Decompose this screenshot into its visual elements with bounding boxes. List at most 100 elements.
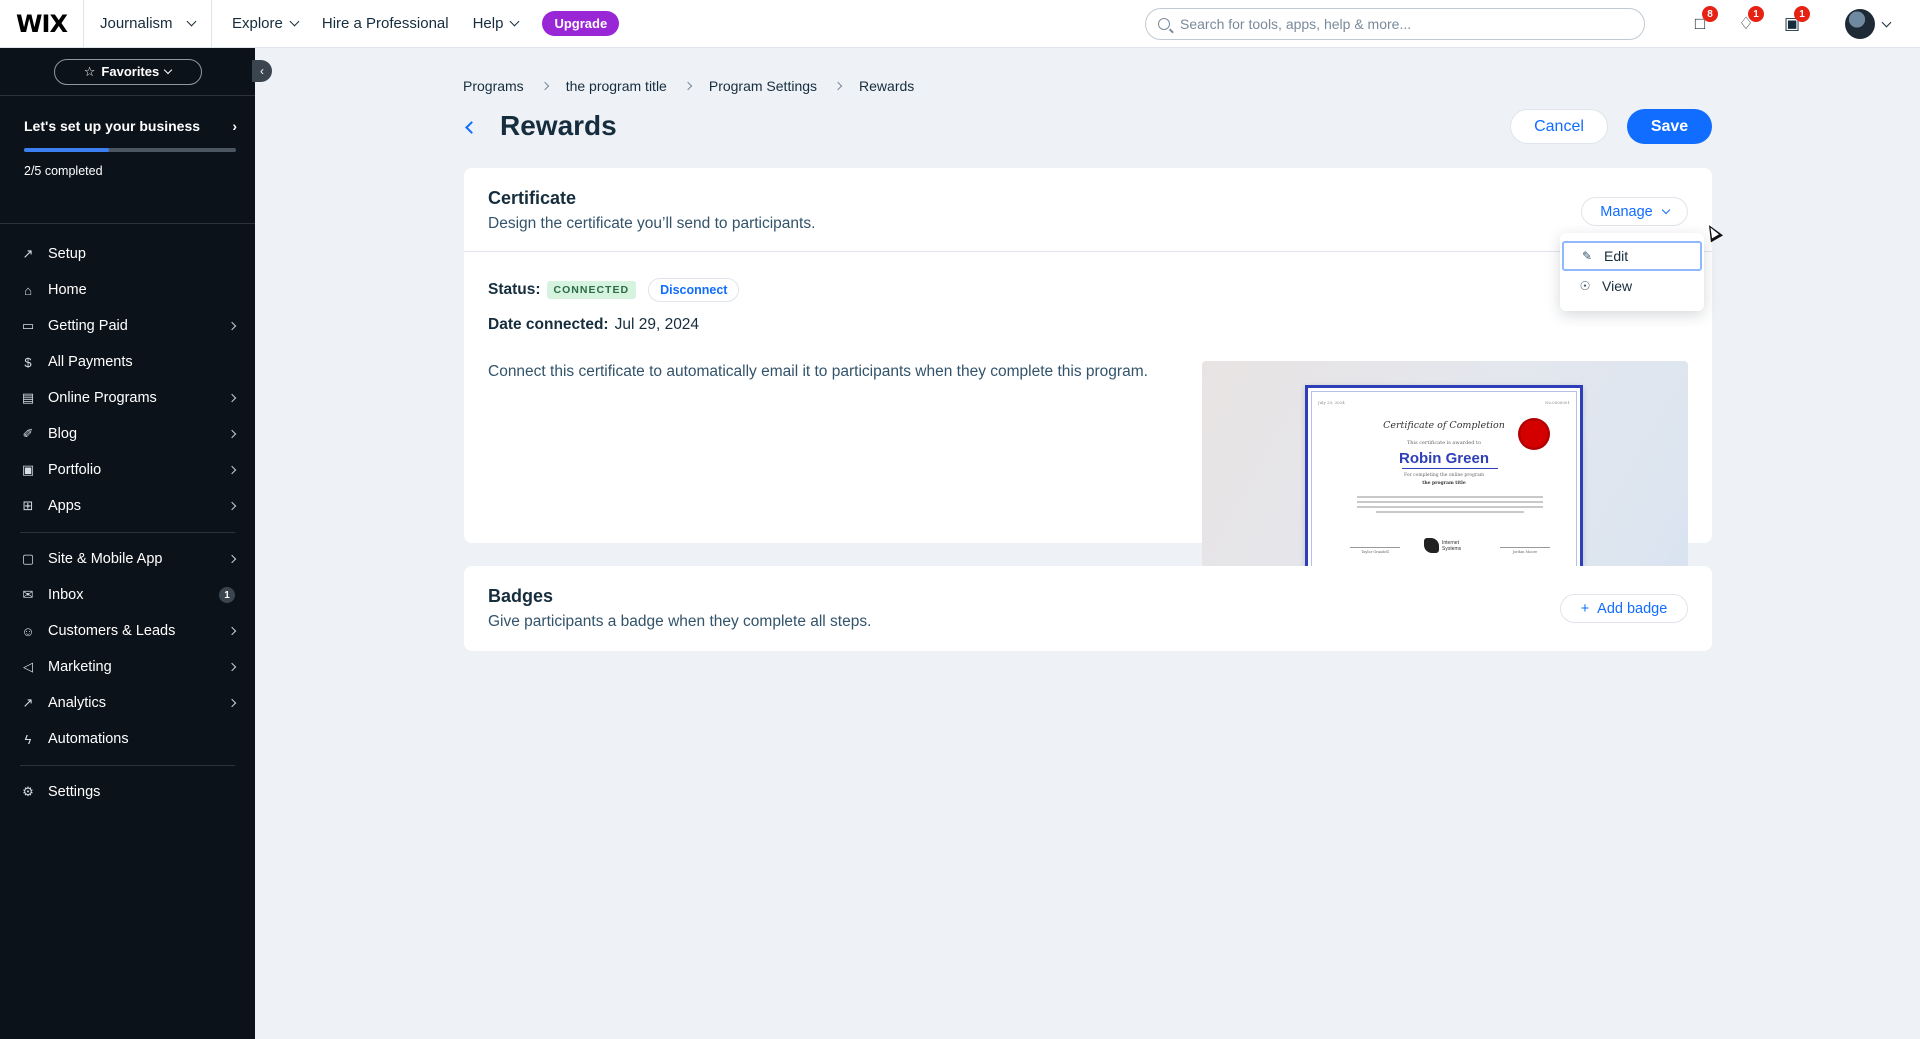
- cert-program-title: the program title: [1422, 481, 1466, 486]
- certificate-description: Connect this certificate to automaticall…: [488, 363, 1148, 380]
- search-input[interactable]: Search for tools, apps, help & more...: [1145, 8, 1645, 40]
- home-icon: ⌂: [24, 282, 32, 298]
- menu-item-view[interactable]: ☉ View: [1562, 271, 1702, 301]
- cert-for: For completing the online program: [1403, 473, 1485, 478]
- org-logo-icon: [1424, 538, 1439, 553]
- sidebar-item-marketing[interactable]: ◁ Marketing: [0, 649, 255, 685]
- menu-item-edit[interactable]: ✎ Edit: [1562, 241, 1702, 271]
- sidebar-nav: ↗ Setup ⌂ Home ▭ Getting Paid $ All Payments ▤ On…: [0, 224, 255, 810]
- cert-signer-left: Taylor Grandell: [1361, 550, 1389, 554]
- eye-icon: ☉: [1579, 279, 1591, 293]
- menu-item-edit-label: Edit: [1604, 248, 1629, 264]
- manage-button[interactable]: Manage: [1581, 197, 1688, 226]
- sidebar-item-site-mobile-app[interactable]: ▢ Site & Mobile App: [0, 541, 255, 577]
- badges-subtitle: Give participants a badge when they comp…: [488, 613, 872, 630]
- upgrade-button[interactable]: Upgrade: [542, 11, 620, 36]
- sidebar-item-label: Blog: [48, 426, 78, 442]
- cert-signature-left: [1350, 547, 1400, 548]
- sidebar-item-label: Customers & Leads: [48, 623, 176, 639]
- sidebar-item-label: Settings: [48, 784, 101, 800]
- breadcrumb-item[interactable]: Program Settings: [709, 78, 817, 94]
- chevron-right-icon: [227, 501, 237, 511]
- chevron-right-icon: ›: [232, 118, 237, 134]
- save-button[interactable]: Save: [1627, 109, 1712, 144]
- chevron-down-icon: [510, 16, 520, 27]
- chevron-down-icon: [1661, 205, 1670, 214]
- wix-logo[interactable]: WIX: [0, 0, 84, 48]
- cert-number: No.0000001: [1545, 400, 1570, 405]
- setup-progress-bar: [24, 148, 236, 152]
- sidebar-item-label: Setup: [48, 246, 86, 262]
- sidebar-item-analytics[interactable]: ↗ Analytics: [0, 685, 255, 721]
- bell-icon[interactable]: ♢ 1: [1736, 6, 1764, 34]
- chat-icon[interactable]: □ 8: [1690, 6, 1718, 34]
- sidebar-item-automations[interactable]: ϟ Automations: [0, 721, 255, 757]
- sidebar-item-getting-paid[interactable]: ▭ Getting Paid: [0, 308, 255, 344]
- sidebar-item-label: Analytics: [48, 695, 107, 711]
- sidebar-item-label: Portfolio: [48, 462, 102, 478]
- sidebar-item-inbox[interactable]: ✉ Inbox 1: [0, 577, 255, 613]
- chevron-right-icon: [227, 321, 237, 331]
- add-badge-button[interactable]: + Add badge: [1560, 594, 1688, 623]
- sidebar-item-portfolio[interactable]: ▣ Portfolio: [0, 452, 255, 488]
- chevron-down-icon: [289, 16, 300, 27]
- inbox-icon[interactable]: ▣ 1: [1782, 6, 1810, 34]
- customers-icon: ☺: [21, 623, 35, 639]
- megaphone-icon: ◁: [23, 659, 33, 674]
- setup-progress-text: 2/5 completed: [24, 164, 103, 178]
- certificate-image: July 29, 2024 No.0000001 Certificate of …: [1305, 385, 1583, 574]
- sidebar-item-home[interactable]: ⌂ Home: [0, 272, 255, 308]
- nav-help[interactable]: Help: [473, 15, 520, 32]
- manage-label: Manage: [1600, 203, 1653, 220]
- top-nav: Explore Hire a Professional Help Upgrade: [212, 0, 620, 48]
- sidebar-item-label: Automations: [48, 731, 129, 747]
- setup-title-row: Let's set up your business ›: [24, 118, 237, 134]
- sidebar-item-online-programs[interactable]: ▤ Online Programs: [0, 380, 255, 416]
- nav-explore[interactable]: Explore: [232, 15, 300, 32]
- setup-card[interactable]: Let's set up your business › 2/5 complet…: [0, 96, 255, 224]
- back-button[interactable]: [463, 117, 478, 137]
- breadcrumb-item[interactable]: the program title: [566, 78, 667, 94]
- breadcrumb-item[interactable]: Programs: [463, 78, 524, 94]
- sidebar-item-label: Inbox: [48, 587, 84, 603]
- sidebar-item-label: Online Programs: [48, 390, 157, 406]
- account-menu[interactable]: [1845, 9, 1892, 39]
- certificate-subtitle: Design the certificate you’ll send to pa…: [488, 215, 816, 232]
- chevron-right-icon: [227, 429, 237, 439]
- rocket-icon: ↗: [22, 246, 34, 261]
- badges-card: Badges Give participants a badge when th…: [464, 566, 1712, 651]
- cert-signature-right: [1500, 547, 1550, 548]
- status-badge: CONNECTED: [546, 281, 637, 299]
- cancel-button[interactable]: Cancel: [1510, 109, 1608, 144]
- chevron-right-icon: [227, 662, 237, 672]
- sidebar-item-customers-leads[interactable]: ☺ Customers & Leads: [0, 613, 255, 649]
- nav-hire-professional[interactable]: Hire a Professional: [322, 15, 449, 32]
- chevron-down-icon: [163, 65, 173, 74]
- breadcrumb: Programs the program title Program Setting…: [463, 78, 914, 94]
- chat-badge: 8: [1702, 6, 1718, 22]
- sidebar-item-apps[interactable]: ⊞ Apps: [0, 488, 255, 524]
- setup-title: Let's set up your business: [24, 118, 201, 134]
- chevron-right-icon: [227, 465, 237, 475]
- favorites-button[interactable]: ☆ Favorites: [53, 58, 202, 85]
- wallet-icon: ▭: [21, 318, 35, 333]
- chevron-down-icon: [1881, 17, 1892, 27]
- sidebar-item-setup[interactable]: ↗ Setup: [0, 236, 255, 272]
- certificate-header: Certificate Design the certificate you’l…: [464, 168, 1712, 252]
- gear-icon: ⚙: [22, 784, 34, 799]
- star-icon: ☆: [83, 63, 96, 79]
- search-placeholder: Search for tools, apps, help & more...: [1180, 16, 1412, 32]
- favorites-row: ☆ Favorites: [0, 48, 255, 96]
- collapse-sidebar-button[interactable]: ‹: [252, 60, 272, 82]
- sidebar-item-all-payments[interactable]: $ All Payments: [0, 344, 255, 380]
- sidebar-item-settings[interactable]: ⚙ Settings: [0, 774, 255, 810]
- disconnect-button[interactable]: Disconnect: [648, 278, 740, 302]
- top-icons: □ 8 ♢ 1 ▣ 1: [1690, 0, 1810, 48]
- sidebar-item-blog[interactable]: ✐ Blog: [0, 416, 255, 452]
- favorites-label: Favorites: [101, 64, 160, 79]
- pencil-icon: ✎: [1581, 249, 1593, 263]
- bolt-icon: ϟ: [24, 731, 32, 747]
- nav-explore-label: Explore: [232, 15, 283, 32]
- site-switcher[interactable]: Journalism: [84, 0, 212, 48]
- chevron-right-icon: [227, 626, 237, 636]
